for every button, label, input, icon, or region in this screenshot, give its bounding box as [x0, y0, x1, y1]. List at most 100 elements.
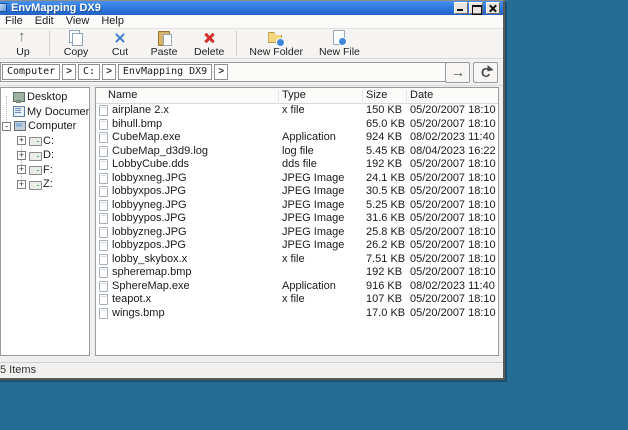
file-icon [99, 119, 108, 130]
menu-item-file[interactable]: File [0, 15, 29, 28]
column-header-date[interactable]: Date [410, 88, 433, 103]
file-date: 05/20/2007 18:10 [410, 172, 496, 186]
breadcrumb-separator[interactable]: > [62, 64, 76, 80]
file-row[interactable]: wings.bmp17.0 KB05/20/2007 18:10 [96, 307, 498, 321]
breadcrumb[interactable]: Computer>C:>EnvMapping DX9> [0, 62, 448, 82]
file-icon [99, 281, 108, 292]
file-size: 7.51 KB [366, 253, 405, 267]
toolbar-button-label: Up [16, 46, 29, 58]
file-type: JPEG Image [282, 199, 344, 213]
file-date: 05/20/2007 18:10 [410, 104, 496, 118]
maximize-icon[interactable] [469, 2, 483, 14]
file-row[interactable]: teapot.xx file107 KB05/20/2007 18:10 [96, 293, 498, 307]
tree-expander-icon[interactable]: - [2, 122, 11, 131]
file-type: x file [282, 293, 305, 307]
column-header-type[interactable]: Type [282, 88, 306, 103]
toolbar-button-label: Delete [194, 46, 224, 58]
tree-expander-icon[interactable]: + [17, 136, 26, 145]
file-row[interactable]: lobby_skybox.xx file7.51 KB05/20/2007 18… [96, 253, 498, 267]
menu-item-view[interactable]: View [60, 15, 96, 28]
refresh-icon[interactable] [473, 62, 498, 83]
file-row[interactable]: spheremap.bmp192 KB05/20/2007 18:10 [96, 266, 498, 280]
file-size: 5.25 KB [366, 199, 405, 213]
breadcrumb-segment-envmapping-dx9[interactable]: EnvMapping DX9 [118, 64, 212, 80]
folder-tree: DesktopMy Documents-Computer+C:+D:+F:+Z: [0, 87, 90, 356]
file-icon [99, 146, 108, 157]
file-row[interactable]: lobbyzneg.JPGJPEG Image25.8 KB05/20/2007… [96, 226, 498, 240]
tree-item-computer[interactable]: -Computer [1, 119, 89, 134]
file-date: 05/20/2007 18:10 [410, 118, 496, 132]
file-icon [99, 254, 108, 265]
toolbar: Up Copy CutPaste Delete New FolderNew File [0, 28, 503, 59]
minimize-icon[interactable] [454, 2, 468, 14]
tree-expander-icon[interactable]: + [17, 165, 26, 174]
toolbar-new-file-button[interactable]: New File [311, 29, 368, 58]
column-header-name[interactable]: Name [108, 88, 137, 103]
close-icon[interactable] [486, 2, 500, 14]
toolbar-delete-button[interactable]: Delete [186, 29, 232, 58]
file-date: 05/20/2007 18:10 [410, 266, 496, 280]
status-item-count: 5 Items [0, 363, 36, 378]
file-type: dds file [282, 158, 317, 172]
app-icon [0, 3, 7, 12]
file-row[interactable]: lobbyxpos.JPGJPEG Image30.5 KB05/20/2007… [96, 185, 498, 199]
copy-icon [68, 30, 84, 46]
menu-item-edit[interactable]: Edit [29, 15, 60, 28]
column-header-size[interactable]: Size [366, 88, 387, 103]
file-date: 08/02/2023 11:40 [410, 280, 495, 294]
title-bar[interactable]: EnvMapping DX9 [0, 1, 503, 15]
tree-item-c[interactable]: + C: [1, 134, 89, 149]
column-separator[interactable] [278, 90, 279, 102]
tree-item-d[interactable]: +D: [1, 148, 89, 163]
file-row[interactable]: lobbyypos.JPGJPEG Image31.6 KB05/20/2007… [96, 212, 498, 226]
breadcrumb-separator[interactable]: > [102, 64, 116, 80]
file-date: 05/20/2007 18:10 [410, 226, 496, 240]
column-separator[interactable] [406, 90, 407, 102]
forward-arrow-icon[interactable] [445, 62, 470, 83]
new-folder-icon [268, 30, 284, 46]
tree-item-my-documents[interactable]: My Documents [1, 105, 89, 120]
tree-item-z[interactable]: + Z: [1, 177, 89, 192]
file-row[interactable]: LobbyCube.ddsdds file192 KB05/20/2007 18… [96, 158, 498, 172]
column-separator[interactable] [362, 90, 363, 102]
tree-item-label: Z: [43, 178, 53, 190]
file-size: 924 KB [366, 131, 402, 145]
toolbar-cut-button[interactable]: Cut [98, 29, 142, 58]
file-row[interactable]: lobbyyneg.JPGJPEG Image5.25 KB05/20/2007… [96, 199, 498, 213]
file-row[interactable]: lobbyzpos.JPGJPEG Image26.2 KB05/20/2007… [96, 239, 498, 253]
drive-icon [28, 150, 41, 161]
file-type: log file [282, 145, 314, 159]
file-type: JPEG Image [282, 185, 344, 199]
file-row[interactable]: CubeMap_d3d9.loglog file5.45 KB08/04/202… [96, 145, 498, 159]
address-bar: Computer>C:>EnvMapping DX9> [0, 59, 503, 86]
tree-item-label: Desktop [27, 91, 67, 103]
toolbar-up-button[interactable]: Up [1, 29, 45, 58]
toolbar-separator [49, 31, 50, 56]
window-title: EnvMapping DX9 [11, 1, 101, 15]
tree-item-desktop[interactable]: Desktop [1, 90, 89, 105]
file-icon [99, 308, 108, 319]
menu-item-help[interactable]: Help [95, 15, 130, 28]
file-row[interactable]: lobbyxneg.JPGJPEG Image24.1 KB05/20/2007… [96, 172, 498, 186]
file-name: airplane 2.x [112, 104, 169, 118]
tree-expander-icon[interactable]: + [17, 180, 26, 189]
file-row[interactable]: bihull.bmp65.0 KB05/20/2007 18:10 [96, 118, 498, 132]
breadcrumb-segment-computer[interactable]: Computer [2, 64, 60, 80]
tree-expander-icon[interactable]: + [17, 151, 26, 160]
drive-icon [28, 135, 41, 146]
tree-item-f[interactable]: +F: [1, 163, 89, 178]
toolbar-paste-button[interactable]: Paste [142, 29, 186, 58]
toolbar-copy-button[interactable]: Copy [54, 29, 98, 58]
file-date: 05/20/2007 18:10 [410, 199, 496, 213]
file-date: 05/20/2007 18:10 [410, 239, 496, 253]
toolbar-button-label: Copy [64, 46, 89, 58]
file-row[interactable]: SphereMap.exeApplication916 KB08/02/2023… [96, 280, 498, 294]
file-row[interactable]: CubeMap.exeApplication924 KB08/02/2023 1… [96, 131, 498, 145]
breadcrumb-segment-c[interactable]: C: [78, 64, 100, 80]
file-type: JPEG Image [282, 212, 344, 226]
file-name: bihull.bmp [112, 118, 162, 132]
file-row[interactable]: airplane 2.xx file150 KB05/20/2007 18:10 [96, 104, 498, 118]
tree-item-label: C: [43, 135, 54, 147]
breadcrumb-separator[interactable]: > [214, 64, 228, 80]
toolbar-new-folder-button[interactable]: New Folder [241, 29, 311, 58]
